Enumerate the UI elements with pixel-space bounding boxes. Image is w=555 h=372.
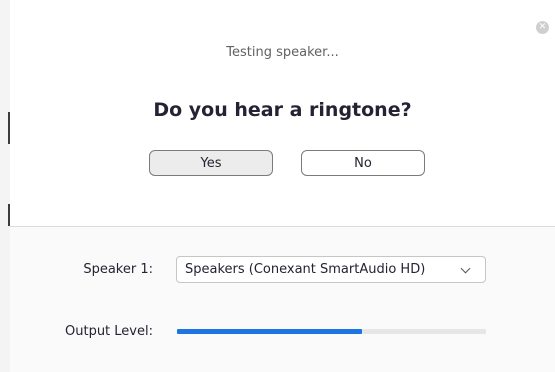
yes-button[interactable]: Yes xyxy=(149,150,273,176)
background-window-edge xyxy=(0,0,10,372)
close-icon[interactable]: ✕ xyxy=(536,21,549,34)
output-level-meter xyxy=(177,329,486,334)
output-level-label: Output Level: xyxy=(65,324,153,339)
no-button[interactable]: No xyxy=(301,150,425,176)
chevron-down-icon xyxy=(460,263,471,274)
speaker-settings-panel: Speaker 1: Speakers (Conexant SmartAudio… xyxy=(10,227,555,372)
ringtone-question: Do you hear a ringtone? xyxy=(153,99,412,121)
speaker-label: Speaker 1: xyxy=(83,262,153,277)
speaker-test-panel: ✕ Testing speaker... Do you hear a ringt… xyxy=(10,0,555,226)
speaker-test-dialog: ✕ Testing speaker... Do you hear a ringt… xyxy=(10,0,555,372)
output-level-fill xyxy=(177,329,363,334)
speaker-select[interactable]: Speakers (Conexant SmartAudio HD) xyxy=(176,256,486,283)
speaker-select-value: Speakers (Conexant SmartAudio HD) xyxy=(185,262,426,277)
testing-status-text: Testing speaker... xyxy=(226,45,339,60)
